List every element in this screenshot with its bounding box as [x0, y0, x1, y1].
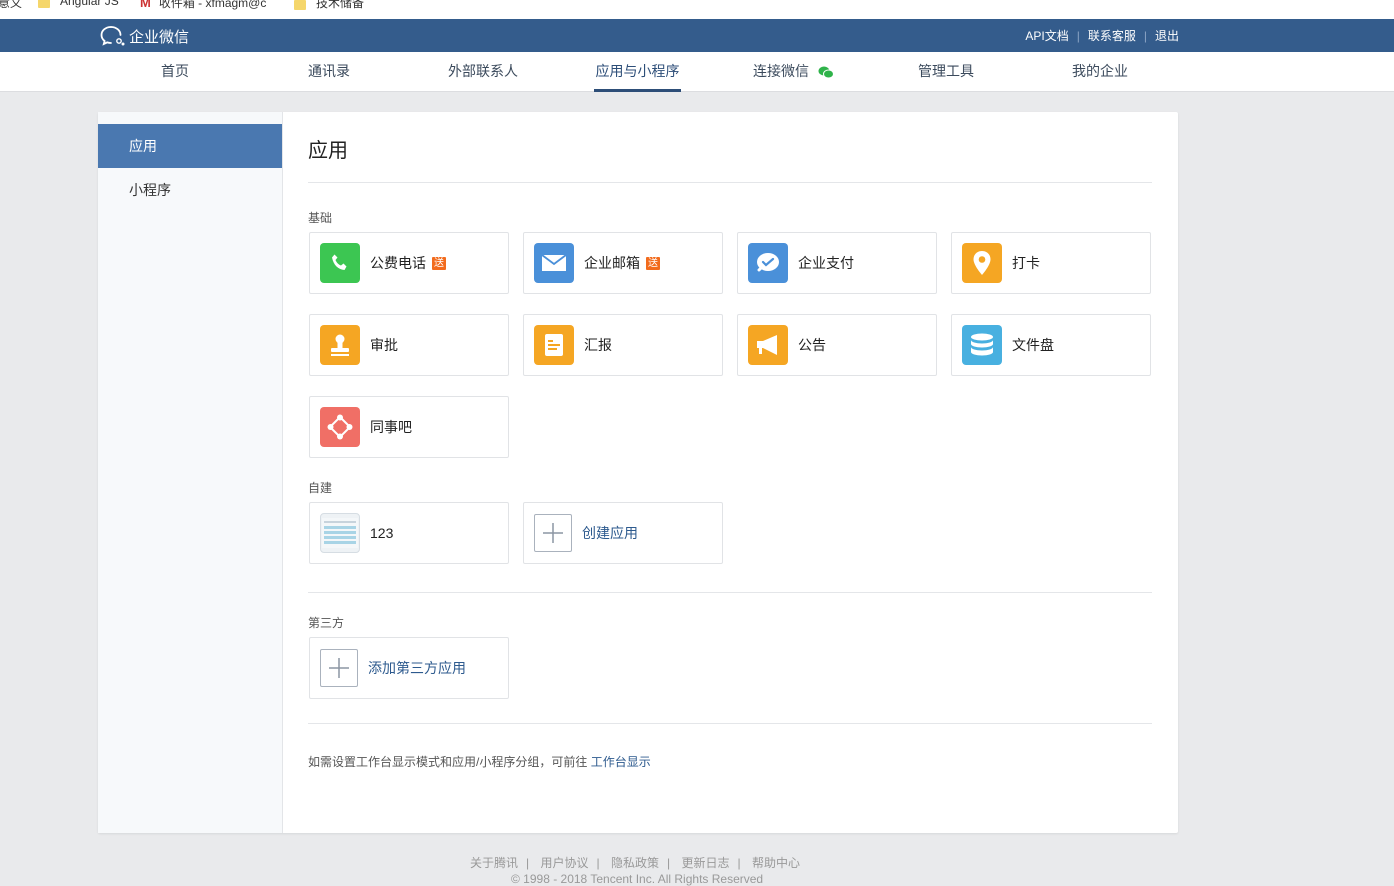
bookmark-item[interactable]: M 收件箱 - xfmagm@c: [140, 0, 266, 11]
app-name: 123: [370, 525, 394, 541]
nav-label: 连接微信: [753, 63, 809, 79]
plus-icon: [534, 514, 572, 552]
app-name: 审批: [370, 337, 398, 353]
sidebar: 应用 小程序: [98, 112, 283, 833]
app-name: 公费电话: [370, 255, 426, 271]
phone-icon: [320, 243, 360, 283]
gift-badge: 送: [432, 256, 446, 270]
separator: |: [1076, 28, 1080, 43]
network-icon: [320, 407, 360, 447]
sidebar-item-apps[interactable]: 应用: [98, 124, 282, 168]
bookmark-item[interactable]: 技术储备: [294, 0, 364, 11]
location-pin-icon: [962, 243, 1002, 283]
nav-connect-wechat[interactable]: 连接微信: [753, 52, 834, 92]
separator: |: [596, 856, 600, 870]
footer-link-privacy[interactable]: 隐私政策: [611, 856, 659, 870]
bookmark-label: 收件箱 - xfmagm@c: [158, 0, 267, 10]
add-third-party-button[interactable]: 添加第三方应用: [309, 637, 509, 699]
tip-text: 如需设置工作台显示模式和应用/小程序分组，可前往: [308, 755, 588, 769]
bookmark-label: Angular JS: [60, 0, 119, 8]
app-card-phone[interactable]: 公费电话 送: [309, 232, 509, 294]
nav-home[interactable]: 首页: [161, 52, 189, 92]
footer-link-about[interactable]: 关于腾讯: [470, 856, 518, 870]
wechat-icon: [818, 66, 834, 79]
api-docs-link[interactable]: API文档: [1025, 27, 1068, 44]
report-icon: [534, 325, 574, 365]
divider: [308, 592, 1152, 593]
brand-name: 企业微信: [129, 28, 190, 46]
logout-link[interactable]: 退出: [1155, 27, 1179, 44]
payment-icon: [748, 243, 788, 283]
create-app-button[interactable]: 创建应用: [523, 502, 723, 564]
footer-link-changelog[interactable]: 更新日志: [681, 856, 729, 870]
section-label-third-party: 第三方: [308, 616, 345, 630]
support-link[interactable]: 联系客服: [1088, 27, 1136, 44]
top-links: API文档 | 联系客服 | 退出: [1025, 27, 1179, 44]
bookmark-item[interactable]: 意义: [0, 0, 22, 11]
workbench-display-link[interactable]: 工作台显示: [591, 755, 651, 769]
app-card-report[interactable]: 汇报: [523, 314, 723, 376]
database-icon: [962, 325, 1002, 365]
brand-logo[interactable]: 企业微信: [100, 25, 189, 47]
app-card-approval[interactable]: 审批: [309, 314, 509, 376]
wework-logo-icon: [100, 26, 125, 46]
nav-external-contacts[interactable]: 外部联系人: [448, 52, 518, 92]
spreadsheet-thumbnail-icon: [320, 513, 360, 553]
gift-badge: 送: [646, 256, 660, 270]
nav-my-company[interactable]: 我的企业: [1072, 52, 1128, 92]
app-card-announcement[interactable]: 公告: [737, 314, 937, 376]
separator: |: [737, 856, 741, 870]
add-third-party-label: 添加第三方应用: [368, 660, 466, 676]
footer-link-terms[interactable]: 用户协议: [540, 856, 588, 870]
sidebar-item-miniprograms[interactable]: 小程序: [98, 168, 282, 212]
folder-icon: [38, 0, 50, 8]
page-title: 应用: [308, 140, 348, 162]
bookmarks-bar: 意义 Angular JS M 收件箱 - xfmagm@c 技术储备: [0, 0, 1394, 19]
main-panel: 应用 小程序 应用 基础 公费电话 送 企业邮箱 送 企业支付 打卡 审批 汇报…: [98, 112, 1178, 833]
copyright: © 1998 - 2018 Tencent Inc. All Rights Re…: [511, 872, 764, 886]
megaphone-icon: [748, 325, 788, 365]
mail-icon: [534, 243, 574, 283]
folder-icon: [294, 0, 306, 10]
nav-admin-tools[interactable]: 管理工具: [918, 52, 974, 92]
section-label-custom: 自建: [308, 481, 333, 495]
app-name: 文件盘: [1012, 337, 1054, 353]
app-name: 企业支付: [798, 255, 854, 271]
bookmark-label: 意义: [0, 0, 23, 10]
separator: |: [526, 856, 530, 870]
footer-link-help[interactable]: 帮助中心: [752, 856, 800, 870]
app-name: 汇报: [584, 337, 612, 353]
workbench-tip: 如需设置工作台显示模式和应用/小程序分组，可前往 工作台显示: [308, 753, 651, 770]
app-card-payment[interactable]: 企业支付: [737, 232, 937, 294]
app-card-mail[interactable]: 企业邮箱 送: [523, 232, 723, 294]
bookmark-item[interactable]: Angular JS: [38, 0, 119, 8]
app-card-colleague-forum[interactable]: 同事吧: [309, 396, 509, 458]
nav-apps[interactable]: 应用与小程序: [594, 52, 681, 92]
bookmark-label: 技术储备: [316, 0, 365, 10]
app-name: 公告: [798, 337, 826, 353]
app-name: 打卡: [1012, 255, 1040, 271]
create-app-label: 创建应用: [582, 525, 638, 541]
app-card-file-drive[interactable]: 文件盘: [951, 314, 1151, 376]
app-name: 同事吧: [370, 419, 412, 435]
main-nav: 首页 通讯录 外部联系人 应用与小程序 连接微信 管理工具 我的企业: [0, 52, 1394, 92]
nav-contacts[interactable]: 通讯录: [308, 52, 350, 92]
section-label-basic: 基础: [308, 211, 333, 225]
footer-links: 关于腾讯 | 用户协议 | 隐私政策 | 更新日志 | 帮助中心: [470, 854, 800, 871]
divider: [308, 723, 1152, 724]
divider: [308, 182, 1152, 183]
plus-icon: [320, 649, 358, 687]
app-name: 企业邮箱: [584, 255, 640, 271]
top-header: 企业微信 API文档 | 联系客服 | 退出: [0, 19, 1394, 52]
app-card-custom-123[interactable]: 123: [309, 502, 509, 564]
gmail-icon: M: [140, 0, 151, 10]
stamp-icon: [320, 325, 360, 365]
app-card-checkin[interactable]: 打卡: [951, 232, 1151, 294]
separator: |: [1143, 28, 1147, 43]
separator: |: [666, 856, 671, 870]
